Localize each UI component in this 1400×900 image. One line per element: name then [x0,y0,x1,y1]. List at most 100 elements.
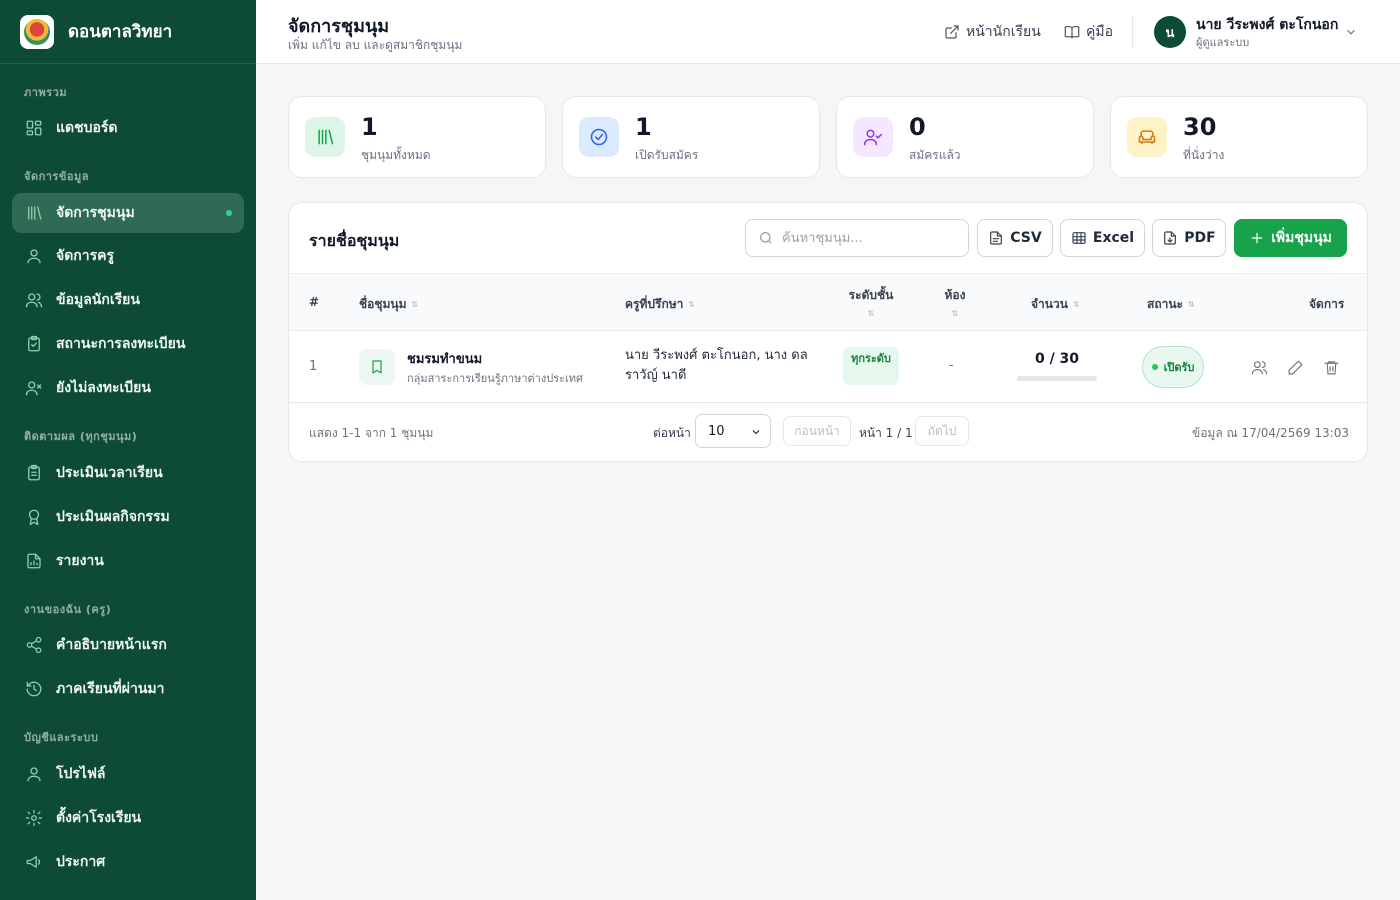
sidebar-item-past-semesters[interactable]: ภาคเรียนที่ผ่านมา [12,669,244,709]
stat-card-seats: 30 ที่นั่งว่าง [1110,96,1368,178]
clipboard-check-icon [24,334,44,354]
row-index: 1 [309,359,318,374]
sidebar-item-dashboard[interactable]: แดชบอร์ด [12,108,244,148]
per-page-select[interactable]: 10 [695,414,771,448]
table-row[interactable]: 1 ชมรมทำขนม กลุ่มสาระการเรียนรู้ภาษาต่าง… [289,331,1367,403]
col-level[interactable]: ระดับชั้น ⇅ [841,286,901,318]
page-subtitle: เพิ่ม แก้ไข ลบ และดูสมาชิกชุมนุม [288,38,463,52]
sort-icon: ⇅ [411,299,419,309]
status-dot [1151,364,1158,370]
sidebar-item-teachers[interactable]: จัดการครู [12,236,244,276]
top-header: จัดการชุมนุม เพิ่ม แก้ไข ลบ และดูสมาชิกช… [256,0,1400,64]
stat-value: 0 [909,113,926,141]
student-page-label: หน้านักเรียน [966,24,1041,40]
col-name-label: ชื่อชุมนุม [359,297,407,311]
col-advisor[interactable]: ครูที่ปรึกษา ⇅ [625,295,695,314]
room-value: - [949,358,954,373]
manual-link[interactable]: คู่มือ [1064,21,1113,43]
col-count-label: จำนวน [1031,297,1068,311]
sidebar-item-label: จัดการครู [56,248,115,264]
col-level-label: ระดับชั้น [848,288,894,302]
export-csv-button[interactable]: CSV [977,219,1053,257]
add-club-button[interactable]: เพิ่มชุมนุม [1234,219,1347,257]
sidebar-item-homepage-description[interactable]: คำอธิบายหน้าแรก [12,625,244,665]
award-icon [24,507,44,527]
sidebar-item-label: ประเมินผลกิจกรรม [56,509,170,525]
plus-icon [1251,232,1263,244]
sort-icon: ⇅ [1072,299,1080,309]
delete-button[interactable] [1321,357,1341,377]
chevron-down-icon[interactable] [1344,24,1358,43]
col-status[interactable]: สถานะ ⇅ [1147,295,1195,314]
dashboard-icon [24,118,44,138]
stat-card-total-clubs: 1 ชุมนุมทั้งหมด [288,96,546,178]
export-pdf-button[interactable]: PDF [1152,219,1226,257]
user-role: ผู้ดูแลระบบ [1196,36,1250,49]
library-icon [24,203,44,223]
col-count[interactable]: จำนวน ⇅ [1031,295,1080,314]
members-button[interactable] [1249,357,1269,377]
app-name: ดอนตาลวิทยา [68,22,173,42]
status-badge: เปิดรับ [1142,346,1204,388]
sidebar-item-announcements[interactable]: ประกาศ [12,842,244,882]
sidebar-item-profile[interactable]: โปรไฟล์ [12,754,244,794]
col-name[interactable]: ชื่อชุมนุม ⇅ [359,295,418,314]
sidebar-item-clubs[interactable]: จัดการชุมนุม [12,193,244,233]
sort-icon: ⇅ [867,309,875,318]
col-room-label: ห้อง [944,288,966,302]
file-chart-icon [24,551,44,571]
sidebar-item-evaluation[interactable]: ประเมินผลกิจกรรม [12,497,244,537]
club-name[interactable]: ชมรมทำขนม [407,348,482,369]
user-x-icon [24,378,44,398]
sidebar-item-registration-status[interactable]: สถานะการลงทะเบียน [12,324,244,364]
table-icon [1072,232,1086,244]
excel-label: Excel [1092,230,1135,246]
sidebar-item-school-settings[interactable]: ตั้งค่าโรงเรียน [12,798,244,838]
page-info: หน้า 1 / 1 [859,426,913,440]
sidebar-item-reports[interactable]: รายงาน [12,541,244,581]
sort-icon: ⇅ [688,299,696,309]
search-box[interactable] [745,219,969,257]
sidebar-item-label: คำอธิบายหน้าแรก [56,637,167,653]
pencil-icon [1288,360,1302,374]
sidebar-item-label: รายงาน [56,553,104,569]
check-circle-icon [579,117,619,157]
club-advisor: นาย วีระพงศ์ ตะโกนอก, นาง ดลราวัญ์ นาดี [625,348,808,383]
trash-icon [1324,360,1338,374]
stat-value: 1 [361,113,378,141]
stat-card-open: 1 เปิดรับสมัคร [562,96,820,178]
book-icon [1064,26,1080,39]
brand[interactable]: ดอนตาลวิทยา [0,0,256,64]
sidebar-item-label: สถานะการลงทะเบียน [56,336,186,352]
edit-button[interactable] [1285,357,1305,377]
col-room[interactable]: ห้อง ⇅ [931,286,979,318]
manual-label: คู่มือ [1086,24,1114,40]
school-logo [20,14,54,49]
sidebar-item-students[interactable]: ข้อมูลนักเรียน [12,280,244,320]
sofa-icon [1127,117,1167,157]
avatar[interactable]: น [1154,16,1186,48]
capacity-bar [1017,376,1097,381]
per-page-label: ต่อหน้า [653,426,691,440]
export-excel-button[interactable]: Excel [1060,219,1145,257]
table-header: # ชื่อชุมนุม ⇅ ครูที่ปรึกษา ⇅ ระดับชั้น ⇅ ห… [289,273,1367,331]
student-page-link[interactable]: หน้านักเรียน [944,21,1041,43]
next-page-button[interactable]: ถัดไป [915,416,969,446]
sidebar-item-unregistered[interactable]: ยังไม่ลงทะเบียน [12,368,244,408]
col-index: # [309,295,320,309]
prev-page-button[interactable]: ก่อนหน้า [783,416,851,446]
col-actions: จัดการ [1309,297,1345,311]
table-footer: แสดง 1-1 จาก 1 ชุมนุม ต่อหน้า 10 ก่อนหน้… [289,403,1367,461]
stat-card-applied: 0 สมัครแล้ว [836,96,1094,178]
col-advisor-label: ครูที่ปรึกษา [625,297,684,311]
file-export-icon [1164,231,1177,245]
sidebar-item-attendance[interactable]: ประเมินเวลาเรียน [12,453,244,493]
search-input[interactable] [782,230,952,246]
col-status-label: สถานะ [1147,297,1183,311]
stat-value: 30 [1183,113,1217,141]
nav-section-my-work: งานของฉัน (ครู) [24,603,112,616]
club-list-card: รายชื่อชุมนุม CSV Excel PDF เพิ่มชุมนุม … [288,202,1368,462]
data-timestamp: ข้อมูล ณ 17/04/2569 13:03 [1192,426,1349,440]
share-icon [24,635,44,655]
stat-label: สมัครแล้ว [909,148,961,162]
